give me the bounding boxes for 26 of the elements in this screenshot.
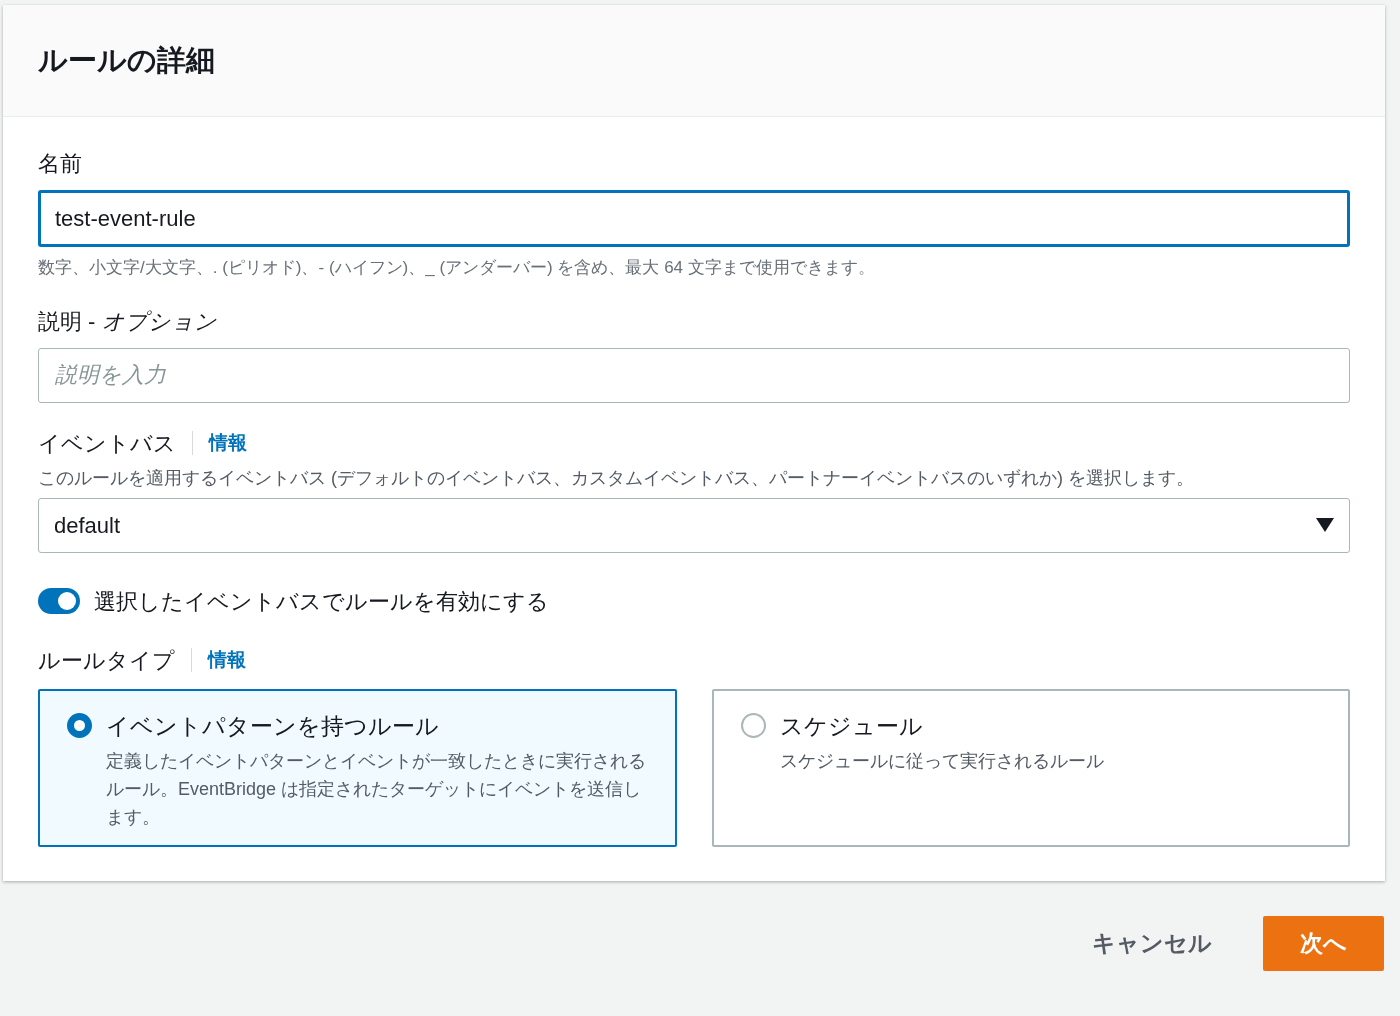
radio-button[interactable]: [67, 712, 92, 738]
info-link[interactable]: 情報: [208, 645, 246, 675]
option-description: スケジュールに従って実行されるルール: [779, 750, 1105, 773]
field-hint: 数字、小文字/大文字、. (ピリオド)、- (ハイフン)、_ (アンダーバー) を含め、最大 64 文字まで使用できます。: [38, 257, 876, 279]
description-field[interactable]: 説明を入力: [38, 347, 1350, 403]
info-link[interactable]: 情報: [209, 428, 247, 458]
panel-title: ルールの詳細: [38, 42, 215, 78]
field-label: 名前: [38, 150, 83, 178]
rule-type-option[interactable]: スケジュール スケジュールに従って実行されるルール: [711, 688, 1350, 847]
field-value: test-event-rule: [55, 205, 196, 233]
field-description: このルールを適用するイベントバス (デフォルトのイベントバス、カスタムイベントバス、パートナーイベントバスのいずれか) を選択します。: [38, 466, 1195, 490]
toggle-switch[interactable]: [38, 588, 80, 614]
radio-button[interactable]: [740, 712, 766, 738]
option-title: イベントパターンを持つルール: [106, 711, 440, 741]
caret-down-icon: [1316, 518, 1334, 532]
field-label: イベントバス: [38, 429, 176, 458]
field-label: 説明 - オプション: [38, 307, 218, 336]
cancel-button[interactable]: キャンセル: [1065, 915, 1239, 971]
toggle-label: 選択したイベントバスでルールを有効にする: [94, 587, 549, 616]
rule-type-option[interactable]: イベントパターンを持つルール 定義したイベントパターンとイベントが一致したときに実行されるルール。EventBridge は指定されたターゲットにイベントを送信します。: [38, 688, 677, 847]
name-field[interactable]: test-event-rule: [38, 190, 1350, 247]
event-bus-select[interactable]: default: [38, 497, 1350, 553]
option-description: 定義したイベントパターンとイベントが一致したときに実行されるルール。EventBridge は指定されたターゲットにイベントを送信します。: [106, 750, 646, 829]
select-value: default: [54, 511, 121, 540]
field-label: ルールタイプ: [38, 646, 175, 675]
option-title: スケジュール: [779, 711, 924, 741]
